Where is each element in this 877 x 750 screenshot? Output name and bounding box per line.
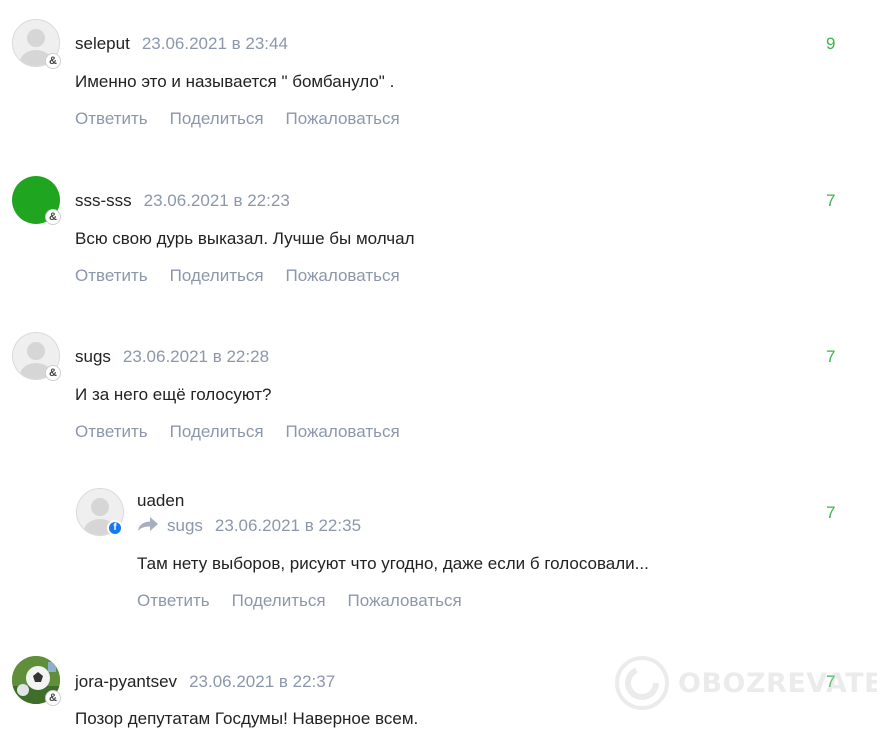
comment-rating: 7: [826, 191, 836, 210]
report-button[interactable]: Пожаловаться: [286, 422, 400, 441]
comment-rating: 7: [826, 503, 836, 522]
author-name[interactable]: sugs: [75, 347, 111, 366]
comment-header: seleput 23.06.2021 в 23:44: [75, 34, 288, 54]
obozrevatel-watermark: OBOZREVATEL: [614, 655, 877, 711]
comment-text: Именно это и называется " бомбануло" .: [75, 72, 395, 91]
source-badge-icon: &: [45, 53, 61, 69]
share-button[interactable]: Поделиться: [170, 109, 264, 128]
report-button[interactable]: Пожаловаться: [286, 266, 400, 285]
author-name[interactable]: jora-pyantsev: [75, 672, 177, 691]
comment-actions: Ответить Поделиться Пожаловаться: [75, 422, 422, 442]
comment-actions: Ответить Поделиться Пожаловаться: [75, 109, 422, 129]
reply-to-line: sugs 23.06.2021 в 22:35: [137, 516, 361, 537]
reply-button[interactable]: Ответить: [137, 591, 210, 610]
reply-button[interactable]: Ответить: [75, 422, 148, 441]
watermark-text: OBOZREVATEL: [678, 667, 877, 699]
share-button[interactable]: Поделиться: [170, 266, 264, 285]
source-badge-icon: &: [45, 365, 61, 381]
share-button[interactable]: Поделиться: [170, 422, 264, 441]
comment-date[interactable]: 23.06.2021 в 23:44: [142, 34, 288, 53]
comment-text: Позор депутатам Госдумы! Наверное всем.: [75, 709, 419, 728]
comment-text: Всю свою дурь выказал. Лучше бы молчал: [75, 229, 415, 248]
obozrevatel-logo-icon: [615, 656, 669, 710]
comment-text: Там нету выборов, рисуют что угодно, даж…: [137, 554, 649, 573]
comment-header: jora-pyantsev 23.06.2021 в 22:37: [75, 672, 335, 692]
comment-rating: 7: [826, 347, 836, 366]
share-button[interactable]: Поделиться: [232, 591, 326, 610]
comment-text: И за него ещё голосуют?: [75, 385, 272, 404]
comment-date[interactable]: 23.06.2021 в 22:37: [189, 672, 335, 691]
report-button[interactable]: Пожаловаться: [286, 109, 400, 128]
comment-actions: Ответить Поделиться Пожаловаться: [75, 266, 422, 286]
facebook-icon: f: [107, 520, 123, 536]
author-name[interactable]: uaden: [137, 491, 184, 510]
comment-date[interactable]: 23.06.2021 в 22:23: [144, 191, 290, 210]
author-name[interactable]: seleput: [75, 34, 130, 53]
comment-actions: Ответить Поделиться Пожаловаться: [137, 591, 484, 611]
reply-to-author[interactable]: sugs: [167, 516, 203, 535]
comment-date[interactable]: 23.06.2021 в 22:35: [215, 516, 361, 535]
report-button[interactable]: Пожаловаться: [348, 591, 462, 610]
author-name[interactable]: sss-sss: [75, 191, 132, 210]
comment-header: sss-sss 23.06.2021 в 22:23: [75, 191, 290, 211]
source-badge-icon: &: [45, 209, 61, 225]
comment-header: sugs 23.06.2021 в 22:28: [75, 347, 269, 367]
reply-button[interactable]: Ответить: [75, 266, 148, 285]
reply-button[interactable]: Ответить: [75, 109, 148, 128]
comment-header: uaden: [137, 491, 196, 511]
reply-arrow-icon: [137, 516, 159, 537]
comment-rating: 9: [826, 34, 836, 53]
source-badge-icon: &: [45, 690, 61, 706]
comment-date[interactable]: 23.06.2021 в 22:28: [123, 347, 269, 366]
